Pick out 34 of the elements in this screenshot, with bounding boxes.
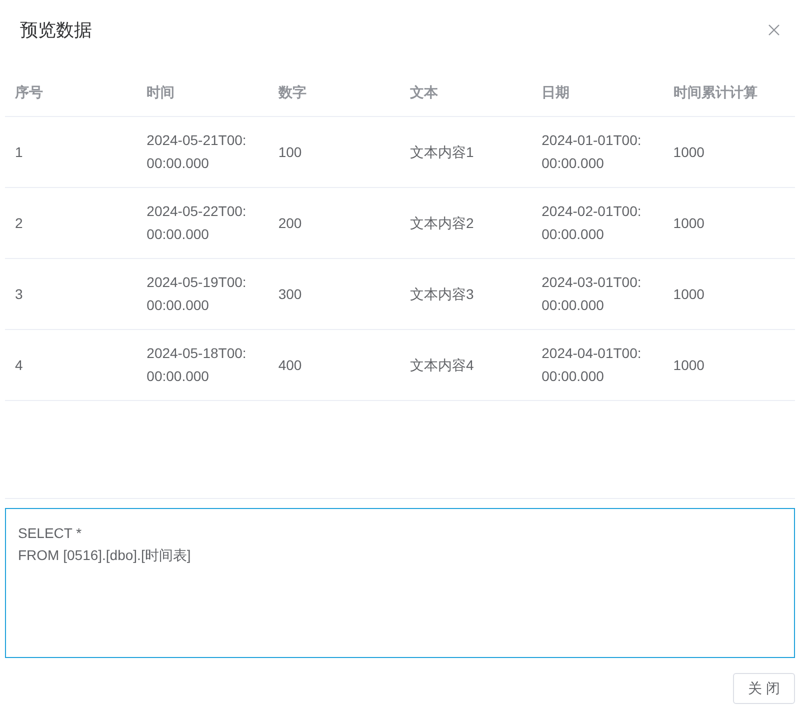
column-header: 数字 — [268, 69, 400, 116]
table-cell: 2024-05-18T00:00:00.000 — [136, 330, 268, 400]
table-cell: 1 — [5, 116, 137, 188]
table-cell: 100 — [268, 116, 400, 188]
table-cell: 1000 — [663, 116, 795, 188]
table-cell: 2 — [5, 188, 137, 258]
sql-editor[interactable]: SELECT * FROM [0516].[dbo].[时间表] — [5, 508, 795, 658]
column-header: 时间累计计算 — [663, 69, 795, 116]
table-cell: 2024-01-01T00:00:00.000 — [532, 116, 664, 188]
column-header: 文本 — [400, 69, 532, 116]
table-cell: 文本内容4 — [400, 330, 532, 400]
close-button[interactable]: 关 闭 — [733, 673, 795, 704]
table-cell: 2024-05-22T00:00:00.000 — [136, 188, 268, 258]
table-cell: 2024-05-19T00:00:00.000 — [136, 258, 268, 330]
table-cell: 1000 — [663, 188, 795, 258]
table-cell: 3 — [5, 258, 137, 330]
dialog-title: 预览数据 — [20, 19, 92, 42]
table-cell: 文本内容3 — [400, 258, 532, 330]
table-cell: 文本内容1 — [400, 116, 532, 188]
table-cell: 2024-04-01T00:00:00.000 — [532, 330, 664, 400]
table-cell: 2024-02-01T00:00:00.000 — [532, 188, 664, 258]
table-cell: 1000 — [663, 330, 795, 400]
column-header: 时间 — [136, 69, 268, 116]
column-header: 序号 — [5, 69, 137, 116]
table-cell: 2024-05-21T00:00:00.000 — [136, 116, 268, 188]
table-cell: 1000 — [663, 258, 795, 330]
table-cell: 文本内容2 — [400, 188, 532, 258]
close-icon[interactable] — [768, 24, 780, 36]
table-cell: 400 — [268, 330, 400, 400]
table-cell: 300 — [268, 258, 400, 330]
table-cell: 200 — [268, 188, 400, 258]
table-cell: 2024-03-01T00:00:00.000 — [532, 258, 664, 330]
table-cell: 4 — [5, 330, 137, 400]
column-header: 日期 — [532, 69, 664, 116]
